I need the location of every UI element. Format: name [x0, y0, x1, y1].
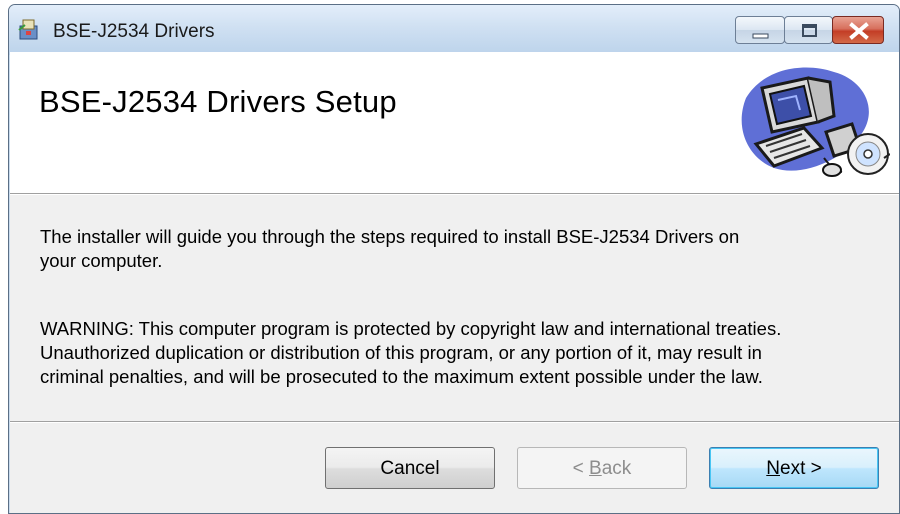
header-banner: BSE-J2534 Drivers Setup — [10, 52, 899, 192]
back-mnemonic: B — [589, 458, 602, 479]
setup-title: BSE-J2534 Drivers Setup — [39, 84, 397, 119]
close-button[interactable] — [832, 16, 884, 44]
cancel-button[interactable]: Cancel — [325, 447, 495, 489]
next-rest: ext > — [780, 458, 822, 479]
back-rest: ack — [601, 458, 632, 479]
minimize-icon — [752, 33, 769, 39]
installer-window: BSE-J2534 Drivers BSE-J2534 Drivers Setu… — [8, 4, 900, 514]
warning-line-3: criminal penalties, and will be prosecut… — [40, 366, 763, 387]
back-prefix: < — [572, 458, 590, 479]
installer-app-icon — [17, 17, 41, 41]
minimize-button[interactable] — [735, 16, 785, 44]
intro-line-2: your computer. — [40, 250, 163, 271]
warning-line-2: Unauthorized duplication or distribution… — [40, 342, 762, 363]
next-button[interactable]: Next > — [709, 447, 879, 489]
window-title: BSE-J2534 Drivers — [53, 21, 215, 42]
intro-text: The installer will guide you through the… — [40, 225, 899, 273]
next-mnemonic: N — [766, 458, 780, 479]
dialog-client-area: BSE-J2534 Drivers Setup The installer wi… — [10, 52, 899, 513]
maximize-icon — [802, 24, 817, 37]
warning-text: WARNING: This computer program is protec… — [40, 317, 899, 389]
intro-line-1: The installer will guide you through the… — [40, 226, 740, 247]
back-button[interactable]: < Back — [517, 447, 687, 489]
dialog-body: The installer will guide you through the… — [10, 195, 899, 513]
warning-line-1: WARNING: This computer program is protec… — [40, 318, 782, 339]
maximize-button[interactable] — [784, 16, 833, 44]
title-bar[interactable]: BSE-J2534 Drivers — [9, 5, 899, 55]
computer-disc-icon — [734, 58, 891, 186]
button-divider-highlight — [10, 422, 899, 423]
close-icon — [849, 22, 869, 40]
